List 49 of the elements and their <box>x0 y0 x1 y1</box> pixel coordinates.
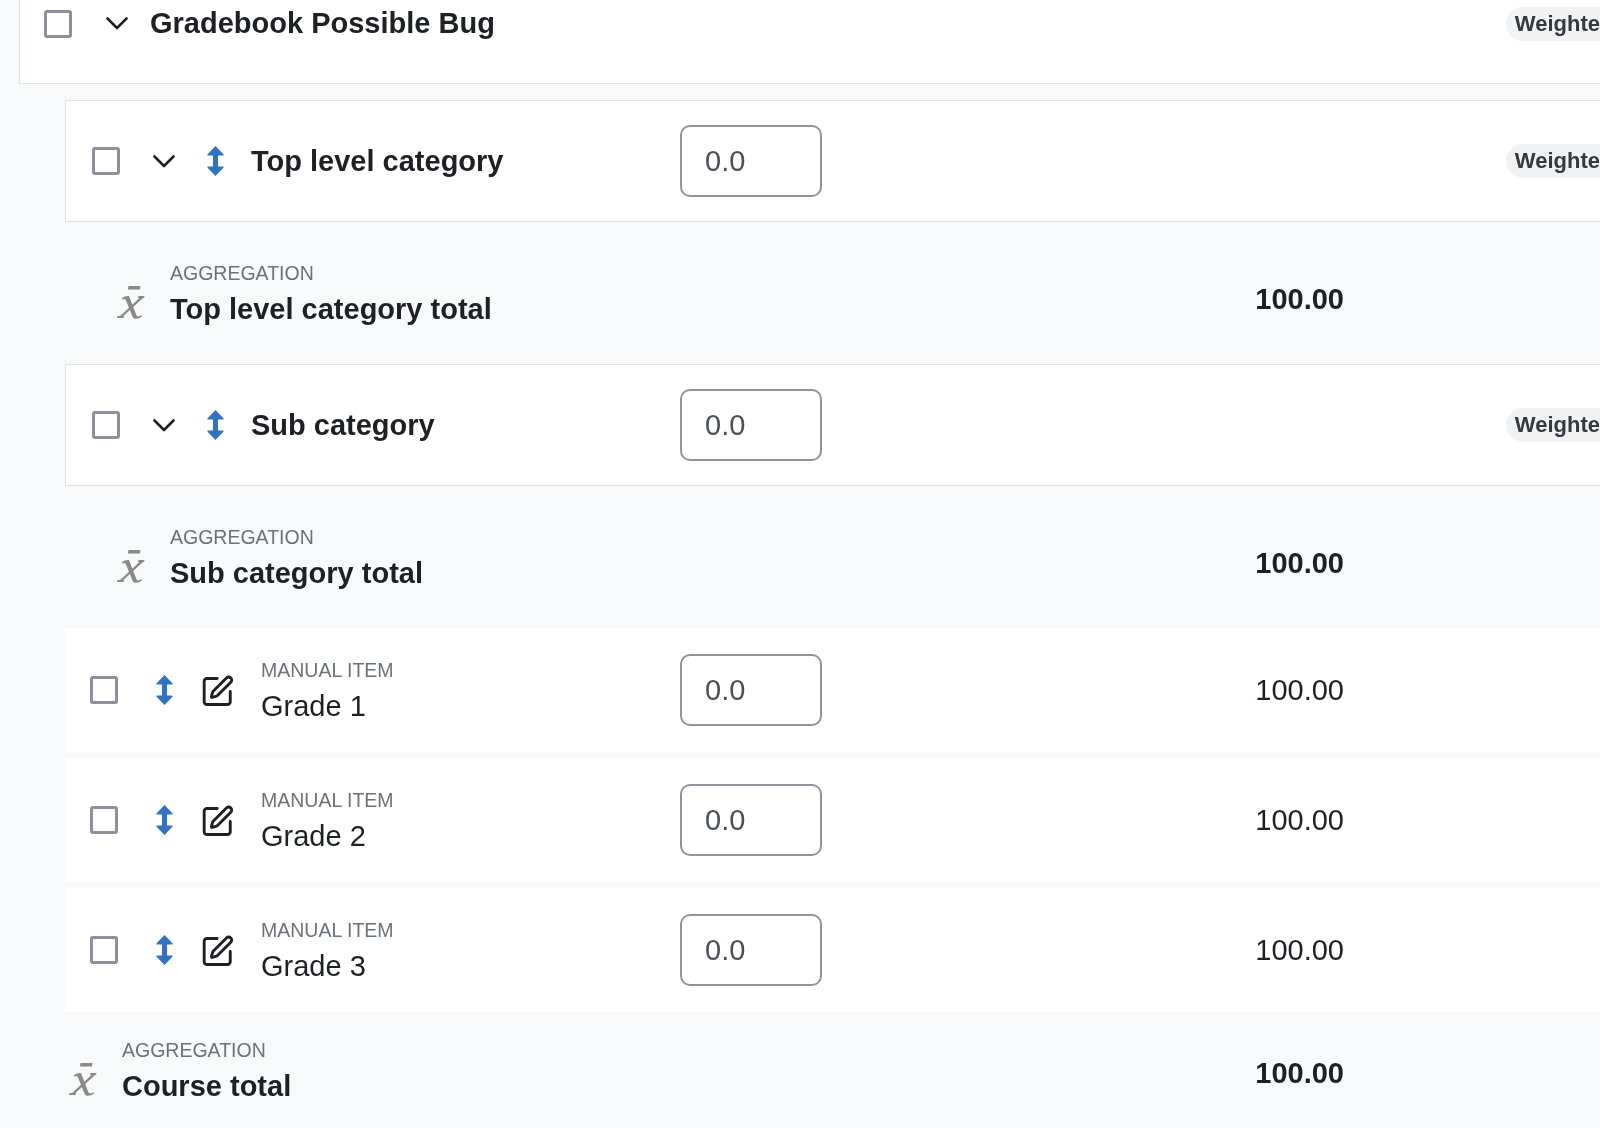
chevron-down-icon[interactable] <box>153 154 175 168</box>
up-down-arrow-icon[interactable] <box>156 935 173 965</box>
x-bar-icon <box>115 285 145 319</box>
checkbox[interactable] <box>92 411 120 439</box>
x-bar-icon <box>115 549 145 583</box>
aggregation-badge: Weighte <box>1505 144 1600 178</box>
edit-icon[interactable] <box>202 934 233 966</box>
chevron-down-icon[interactable] <box>106 17 128 30</box>
weight-input[interactable]: 0.0 <box>680 389 822 461</box>
weight-input[interactable]: 0.0 <box>680 914 822 986</box>
max-grade: 100.00 <box>1255 1056 1344 1091</box>
item-title: Grade 3 <box>261 949 366 984</box>
category-title: Top level category <box>251 143 504 179</box>
total-title: Sub category total <box>170 556 423 591</box>
item-type-label: MANUAL ITEM <box>261 788 394 813</box>
item-type-label: MANUAL ITEM <box>261 658 394 683</box>
max-grade: 100.00 <box>1255 545 1344 581</box>
weight-input[interactable]: 0.0 <box>680 784 822 856</box>
checkbox[interactable] <box>90 806 118 834</box>
up-down-arrow-icon[interactable] <box>156 675 173 705</box>
aggregation-badge: Weighte <box>1505 6 1600 41</box>
item-type-label: AGGREGATION <box>122 1038 266 1063</box>
up-down-arrow-icon[interactable] <box>207 410 224 440</box>
checkbox[interactable] <box>44 9 72 38</box>
max-grade: 100.00 <box>1255 932 1344 968</box>
category-title: Sub category <box>251 407 435 443</box>
max-grade: 100.00 <box>1255 281 1344 317</box>
item-title: Grade 1 <box>261 689 366 724</box>
checkbox[interactable] <box>90 676 118 704</box>
item-type-label: MANUAL ITEM <box>261 918 394 943</box>
edit-icon[interactable] <box>202 674 233 706</box>
checkbox[interactable] <box>92 147 120 175</box>
item-type-label: AGGREGATION <box>170 261 314 286</box>
item-type-label: AGGREGATION <box>170 525 314 550</box>
total-title: Course total <box>122 1069 292 1104</box>
max-grade: 100.00 <box>1255 672 1344 708</box>
max-grade: 100.00 <box>1255 802 1344 838</box>
up-down-arrow-icon[interactable] <box>156 805 173 835</box>
item-title: Grade 2 <box>261 819 366 854</box>
x-bar-icon <box>67 1062 97 1096</box>
weight-input[interactable]: 0.0 <box>680 125 822 197</box>
weight-input[interactable]: 0.0 <box>680 654 822 726</box>
chevron-down-icon[interactable] <box>153 418 175 432</box>
edit-icon[interactable] <box>202 804 233 836</box>
category-title: Gradebook Possible Bug <box>150 6 495 41</box>
aggregation-badge: Weighte <box>1505 408 1600 442</box>
checkbox[interactable] <box>90 936 118 964</box>
total-title: Top level category total <box>170 292 492 327</box>
up-down-arrow-icon[interactable] <box>207 146 224 176</box>
